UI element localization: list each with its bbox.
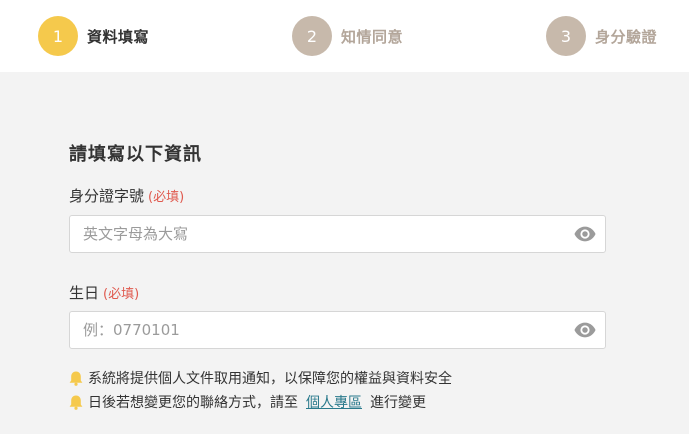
step-3: 3 身分驗證 — [546, 16, 657, 56]
notice-line-1: 系統將提供個人文件取用通知，以保障您的權益與資料安全 — [69, 368, 452, 388]
birthday-label: 生日 (必填) — [69, 282, 139, 303]
notice-line-1-text: 系統將提供個人文件取用通知，以保障您的權益與資料安全 — [88, 371, 452, 387]
birthday-label-text: 生日 — [69, 284, 100, 302]
progress-stepper: 1 資料填寫 2 知情同意 3 身分驗證 — [0, 0, 689, 72]
step-2: 2 知情同意 — [292, 16, 403, 56]
step-2-circle: 2 — [292, 16, 332, 56]
birthday-input[interactable] — [70, 312, 560, 348]
form-title: 請填寫以下資訊 — [69, 144, 202, 165]
id-number-label-text: 身分證字號 — [69, 187, 145, 205]
bell-icon — [69, 371, 83, 386]
step-2-number: 2 — [306, 26, 318, 46]
step-1-number: 1 — [52, 26, 64, 46]
notice-line-2-suffix: 進行變更 — [370, 395, 426, 411]
eye-icon[interactable] — [574, 225, 596, 243]
step-2-label: 知情同意 — [341, 27, 404, 46]
id-number-required-tag: (必填) — [148, 190, 185, 205]
id-number-input[interactable] — [70, 216, 560, 252]
notice-line-2-prefix: 日後若想變更您的聯絡方式，請至 — [88, 395, 298, 411]
id-number-label: 身分證字號 (必填) — [69, 185, 184, 206]
step-3-circle: 3 — [546, 16, 586, 56]
step-1: 1 資料填寫 — [38, 16, 149, 56]
eye-icon[interactable] — [574, 321, 596, 339]
birthday-required-tag: (必填) — [103, 287, 140, 302]
step-1-circle: 1 — [38, 16, 78, 56]
personal-area-link[interactable]: 個人專區 — [306, 392, 362, 412]
bell-icon — [69, 395, 83, 410]
notice-line-2: 日後若想變更您的聯絡方式，請至 個人專區 進行變更 — [69, 392, 426, 412]
step-3-number: 3 — [560, 26, 572, 46]
info-form: 請填寫以下資訊 身分證字號 (必填) 生日 (必填) 系統將提供個人文件取用通知，以… — [0, 72, 689, 434]
birthday-field — [69, 311, 606, 349]
step-1-label: 資料填寫 — [87, 27, 150, 46]
step-3-label: 身分驗證 — [595, 27, 658, 46]
id-number-field — [69, 215, 606, 253]
